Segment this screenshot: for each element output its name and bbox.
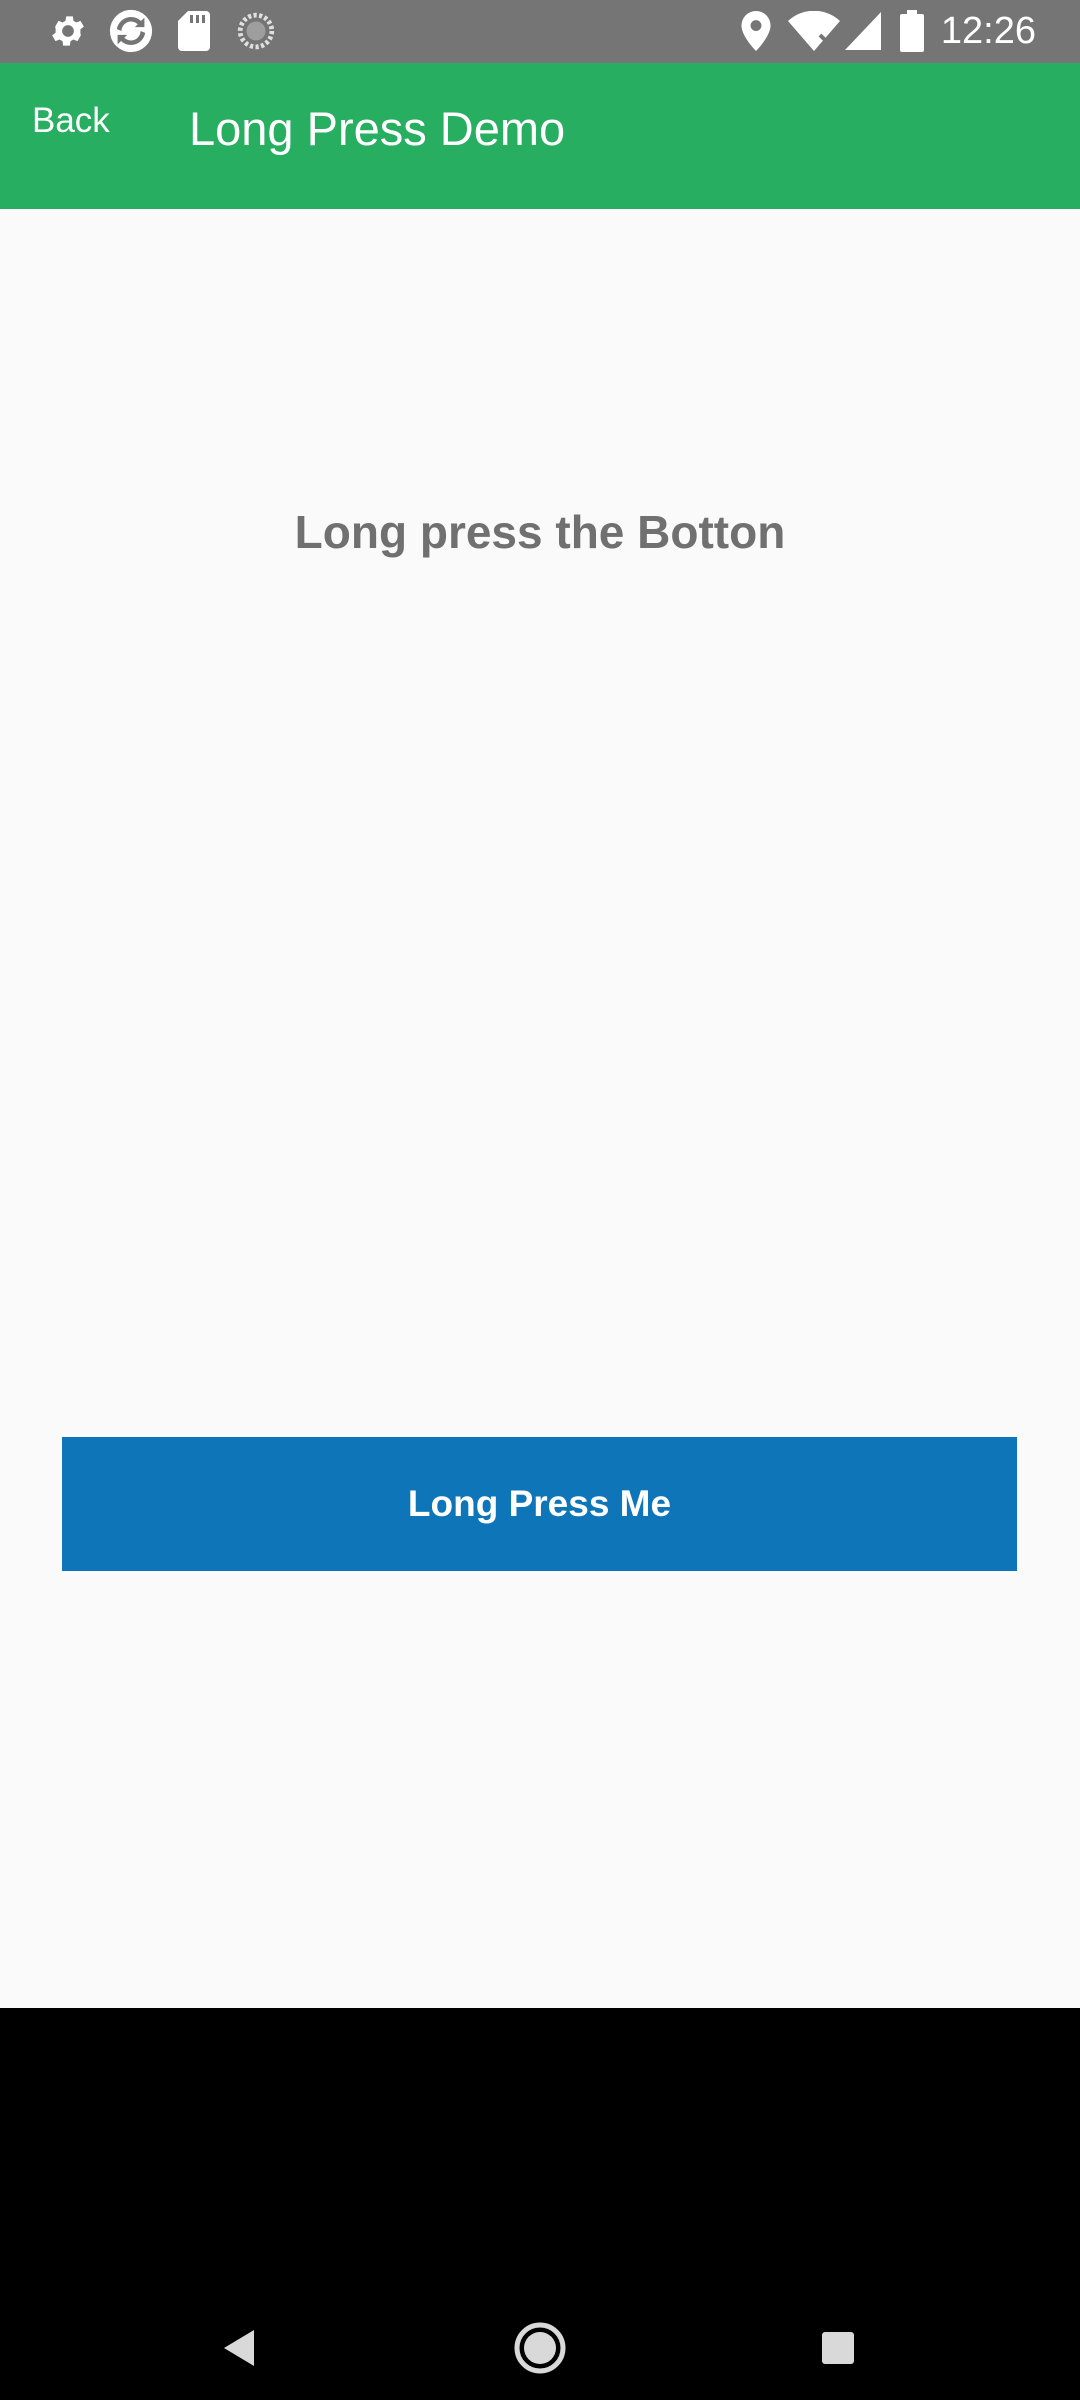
navigation-bar [0, 2008, 1080, 2400]
loading-icon [236, 10, 276, 52]
page-title: Long Press Demo [189, 102, 566, 155]
app-bar: Back Long Press Demo [0, 63, 1080, 209]
signal-icon [844, 10, 882, 52]
status-bar: 12:26 [0, 0, 1080, 63]
long-press-button-label: Long Press Me [407, 1483, 672, 1524]
back-nav-icon[interactable] [200, 2308, 280, 2388]
main-content: Long press the Botton Long Press Me [0, 209, 1080, 2008]
home-nav-icon[interactable] [500, 2308, 580, 2388]
phone-screen: 12:26 Back Long Press Demo Long press th… [0, 0, 1080, 2400]
settings-icon [46, 10, 90, 52]
wifi-off-icon [786, 10, 842, 52]
location-icon [738, 10, 774, 52]
sync-icon [106, 9, 156, 53]
battery-icon [898, 10, 926, 52]
instruction-text: Long press the Botton [294, 506, 786, 558]
status-time: 12:26 [940, 10, 1036, 52]
long-press-button[interactable]: Long Press Me [62, 1437, 1017, 1571]
back-button[interactable]: Back [22, 93, 120, 149]
sd-card-icon [176, 10, 212, 52]
recents-nav-icon[interactable] [798, 2308, 878, 2388]
